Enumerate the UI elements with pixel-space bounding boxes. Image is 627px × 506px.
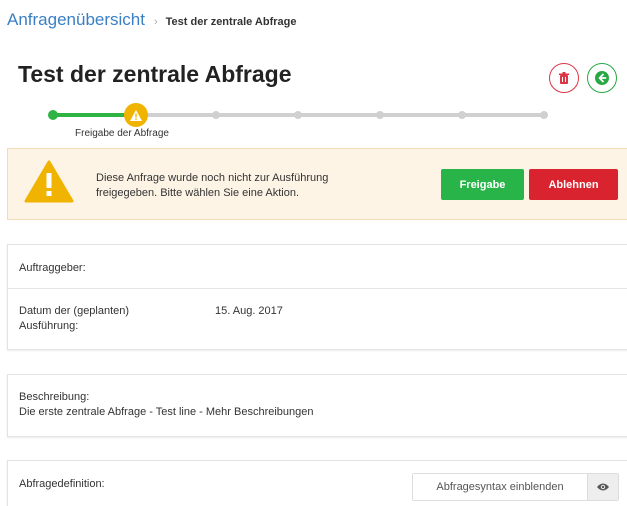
eye-icon: [597, 483, 609, 491]
step-active-label: Freigabe der Abfrage: [75, 128, 169, 139]
description-label: Beschreibung:: [19, 391, 90, 403]
step-6-dot: [458, 111, 466, 119]
step-1-dot: [48, 110, 58, 120]
trash-icon: [559, 71, 569, 84]
step-3-dot: [212, 111, 220, 119]
step-7-dot: [540, 111, 548, 119]
arrow-left-icon: [595, 71, 609, 85]
stepper-progress-line: [52, 113, 134, 117]
definition-card: Abfragedefinition: Abfragesyntax einblen…: [7, 460, 627, 506]
date-label: Datum der (geplanten) Ausführung:: [19, 304, 129, 334]
description-value: Die erste zentrale Abfrage - Test line -…: [19, 406, 314, 418]
warning-triangle-icon: [24, 159, 74, 209]
definition-label: Abfragedefinition:: [19, 478, 105, 490]
progress-stepper: Freigabe der Abfrage: [48, 103, 548, 143]
breadcrumb-current: Test der zentrale Abfrage: [165, 16, 297, 28]
reject-button[interactable]: Ablehnen: [529, 169, 618, 200]
breadcrumb-separator-icon: ›: [153, 16, 158, 28]
description-card: Beschreibung: Die erste zentrale Abfrage…: [7, 374, 627, 437]
page-title: Test der zentrale Abfrage: [18, 61, 292, 87]
step-5-dot: [376, 111, 384, 119]
date-label-line2: Ausführung:: [19, 320, 79, 332]
syntax-toggle-group: Abfragesyntax einblenden: [412, 473, 619, 501]
stepper-remaining-line: [136, 113, 546, 117]
approve-button[interactable]: Freigabe: [441, 169, 524, 200]
alert-message: Diese Anfrage wurde noch nicht zur Ausfü…: [96, 171, 376, 201]
delete-button[interactable]: [549, 63, 579, 93]
breadcrumb: Anfragenübersicht › Test der zentrale Ab…: [7, 10, 296, 30]
details-card: Auftraggeber: Datum der (geplanten) Ausf…: [7, 244, 627, 350]
step-2-warning-icon: [124, 103, 148, 127]
back-button[interactable]: [587, 63, 617, 93]
approval-alert: Diese Anfrage wurde noch nicht zur Ausfü…: [7, 148, 627, 220]
date-label-line1: Datum der (geplanten): [19, 305, 130, 317]
show-syntax-button[interactable]: Abfragesyntax einblenden: [413, 474, 588, 500]
step-4-dot: [294, 111, 302, 119]
alert-message-line2: freigegeben. Bitte wählen Sie eine Aktio…: [96, 187, 300, 199]
alert-message-line1: Diese Anfrage wurde noch nicht zur Ausfü…: [96, 172, 329, 184]
eye-button[interactable]: [588, 474, 618, 500]
breadcrumb-link-overview[interactable]: Anfragenübersicht: [7, 10, 145, 30]
date-value: 15. Aug. 2017: [215, 305, 283, 317]
details-divider: [8, 288, 627, 289]
client-label: Auftraggeber:: [19, 262, 86, 274]
